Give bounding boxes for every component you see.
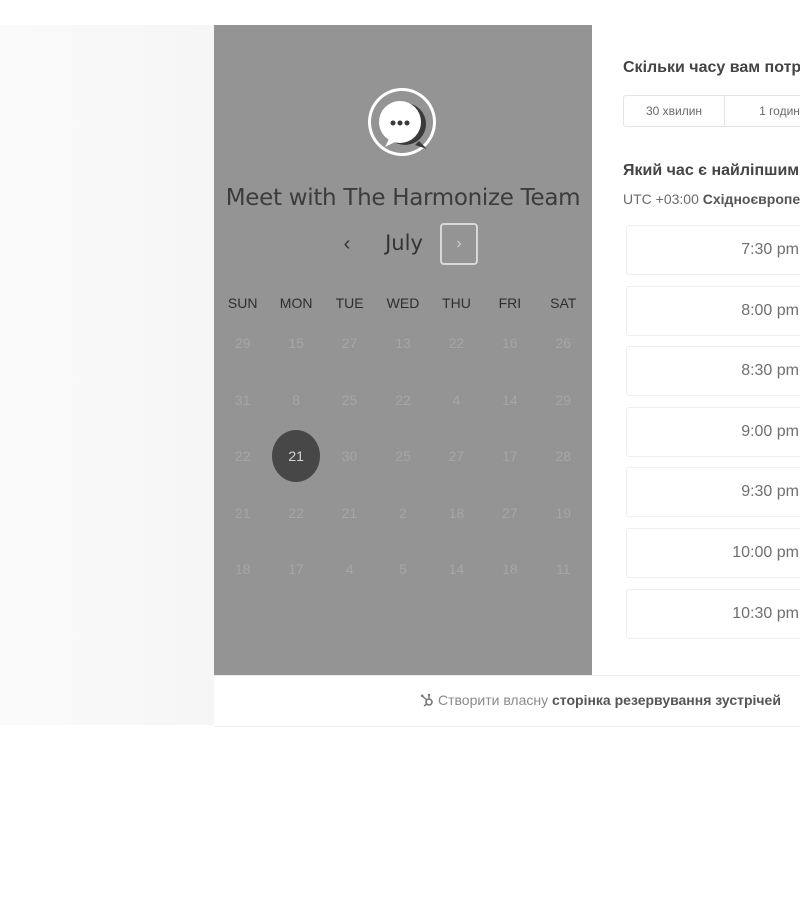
- footer-prefix: Створити власну: [438, 692, 549, 708]
- calendar-panel: Meet with The Harmonize Team ‹ July › SU…: [214, 25, 592, 675]
- calendar-day: 11: [556, 561, 571, 578]
- duration-question: Скільки часу вам потріб: [623, 59, 800, 76]
- chevron-left-icon: ‹: [343, 232, 351, 255]
- calendar-day: 13: [395, 335, 411, 352]
- weekday-label: FRI: [498, 295, 522, 311]
- calendar-grid: 29 15 27 13 22 16 26 31 8 25 22 4 14 29 …: [216, 315, 590, 598]
- month-navigation: ‹ July ›: [214, 223, 592, 267]
- calendar-day: 18: [502, 561, 518, 578]
- chat-logo-icon: [367, 85, 437, 160]
- calendar-day: 18: [448, 504, 465, 521]
- timezone-offset: UTC +03:00: [623, 191, 699, 207]
- meeting-title: Meet with The Harmonize Team: [225, 185, 581, 211]
- calendar-day: 29: [234, 335, 251, 352]
- calendar-day: 19: [555, 504, 572, 521]
- duration-selector: 30 хвилин 1 годин: [623, 95, 800, 127]
- calendar-day: 27: [341, 335, 358, 352]
- calendar-day: 5: [399, 561, 407, 578]
- calendar-day: 4: [452, 391, 461, 408]
- weekday-label: THU: [442, 295, 471, 311]
- footer-link-text: сторінка резервування зустрічей: [552, 692, 781, 708]
- calendar-day: 4: [345, 561, 354, 578]
- calendar-day-selected[interactable]: 21: [269, 428, 322, 485]
- footer-bar: Створити власну сторінка резервування зу…: [214, 675, 800, 727]
- weekday-header: SUN MON TUE WED THU FRI SAT: [216, 295, 590, 311]
- weekday-label: WED: [386, 295, 420, 311]
- calendar-day: 16: [502, 335, 518, 352]
- duration-option-1h[interactable]: 1 годин: [725, 95, 800, 127]
- calendar-day: 28: [555, 448, 572, 465]
- calendar-day: 22: [448, 335, 465, 352]
- time-slot-list: 7:30 pm 8:00 pm 8:30 pm 9:00 pm 9:30 pm …: [626, 225, 800, 649]
- calendar-day: 14: [502, 391, 518, 408]
- booking-panel: Скільки часу вам потріб 30 хвилин 1 годи…: [592, 25, 800, 675]
- calendar-day: 18: [234, 561, 251, 578]
- calendar-day: 27: [502, 504, 518, 521]
- calendar-day: 22: [234, 448, 251, 465]
- calendar-day: 26: [555, 335, 572, 352]
- calendar-day: 15: [288, 335, 304, 352]
- calendar-day: 2: [399, 504, 407, 521]
- backdrop-left: [0, 25, 214, 725]
- calendar-day: 25: [395, 448, 411, 465]
- time-slot[interactable]: 9:00 pm: [626, 406, 800, 457]
- time-slot[interactable]: 9:30 pm: [626, 467, 800, 518]
- calendar-day: 21: [341, 504, 358, 521]
- calendar-day: 27: [448, 448, 465, 465]
- time-slot[interactable]: 7:30 pm: [626, 225, 800, 275]
- month-label: July: [385, 231, 423, 255]
- calendar-day: 30: [341, 448, 358, 465]
- weekday-label: TUE: [335, 295, 364, 311]
- chevron-right-icon: ›: [456, 235, 462, 252]
- duration-option-30min[interactable]: 30 хвилин: [623, 95, 725, 127]
- calendar-day: 17: [502, 448, 518, 465]
- next-month-button[interactable]: ›: [440, 223, 478, 265]
- weekday-label: SAT: [550, 295, 577, 311]
- timezone-label[interactable]: UTC +03:00 Східноєвропей: [623, 191, 800, 207]
- time-slot[interactable]: 10:00 pm: [626, 527, 800, 578]
- hubspot-sprocket-icon: [420, 693, 433, 707]
- weekday-label: MON: [279, 295, 313, 311]
- calendar-day: 17: [288, 561, 304, 578]
- prev-month-button[interactable]: ‹: [332, 229, 362, 259]
- calendar-day: 31: [234, 391, 251, 408]
- time-slot[interactable]: 8:30 pm: [626, 346, 800, 397]
- create-booking-page-link[interactable]: Створити власну сторінка резервування зу…: [420, 692, 781, 708]
- calendar-day: 22: [288, 504, 304, 521]
- time-question: Який час є найліпшим д: [623, 162, 800, 179]
- weekday-label: SUN: [227, 295, 258, 311]
- calendar-day: 8: [292, 391, 301, 408]
- calendar-day: 21: [234, 504, 251, 521]
- time-slot[interactable]: 10:30 pm: [626, 588, 800, 639]
- calendar-day: 29: [555, 391, 572, 408]
- timezone-name: Східноєвропей: [702, 191, 800, 207]
- calendar-day: 25: [341, 391, 358, 408]
- time-slot[interactable]: 8:00 pm: [626, 285, 800, 336]
- calendar-day: 14: [448, 561, 465, 578]
- calendar-day: 22: [395, 391, 411, 408]
